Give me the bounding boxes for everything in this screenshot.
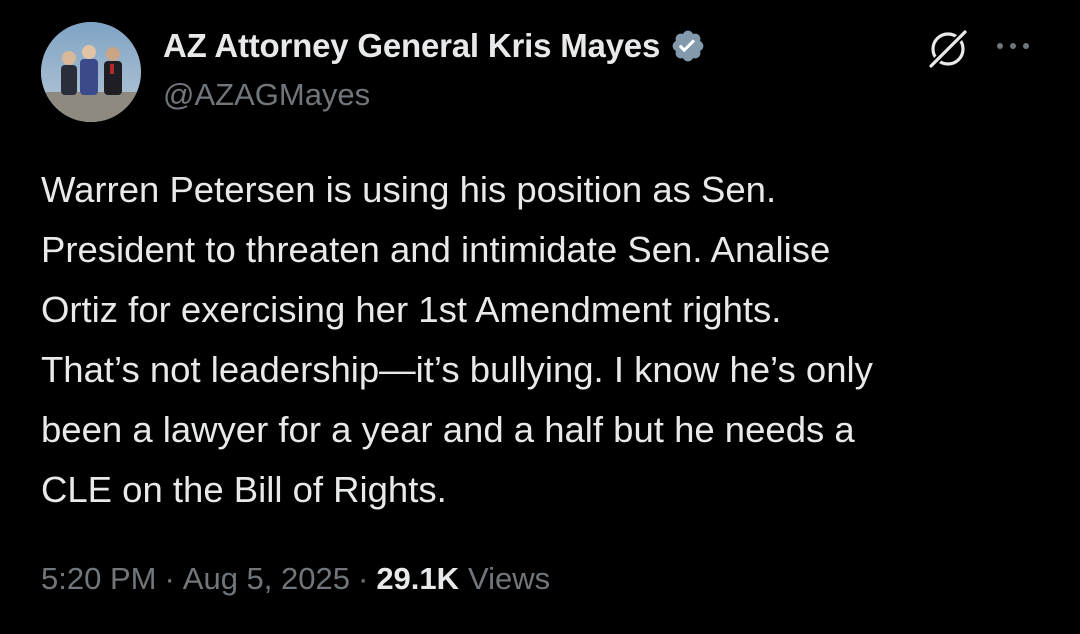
more-dots-icon[interactable] — [993, 36, 1033, 56]
tweet-text-line: Warren Petersen is using his position as… — [41, 169, 777, 210]
meta-separator: · — [164, 561, 175, 596]
tweet-text: Warren Petersen is using his position as… — [41, 160, 1051, 520]
meta-separator: · — [357, 561, 369, 596]
verified-badge-icon — [672, 30, 704, 62]
tweet-text-line: Ortiz for exercising her 1st Amendment r… — [41, 289, 782, 330]
author-name-row: AZ Attorney General Kris Mayes — [163, 26, 706, 66]
views-label: Views — [468, 561, 551, 596]
tweet-text-line: CLE on the Bill of Rights. — [41, 469, 447, 510]
avatar[interactable] — [41, 22, 141, 122]
tweet-card: AZ Attorney General Kris Mayes @AZAGMaye… — [0, 0, 1080, 634]
author-handle[interactable]: @AZAGMayes — [163, 77, 370, 113]
tweet-time[interactable]: 5:20 PM — [41, 561, 156, 597]
tweet-date[interactable]: Aug 5, 2025 — [183, 561, 350, 597]
author-display-name[interactable]: AZ Attorney General Kris Mayes — [163, 27, 660, 65]
views-count[interactable]: 29.1K — [376, 561, 459, 597]
tweet-text-line: President to threaten and intimidate Sen… — [41, 229, 831, 270]
tweet-text-line: That’s not leadership—it’s bullying. I k… — [41, 349, 873, 390]
profile-photo — [41, 22, 141, 122]
grok-icon[interactable] — [925, 26, 971, 72]
tweet-text-line: been a lawyer for a year and a half but … — [41, 409, 855, 450]
tweet-metadata: 5:20 PM · Aug 5, 2025 · 29.1K Views — [41, 561, 550, 597]
